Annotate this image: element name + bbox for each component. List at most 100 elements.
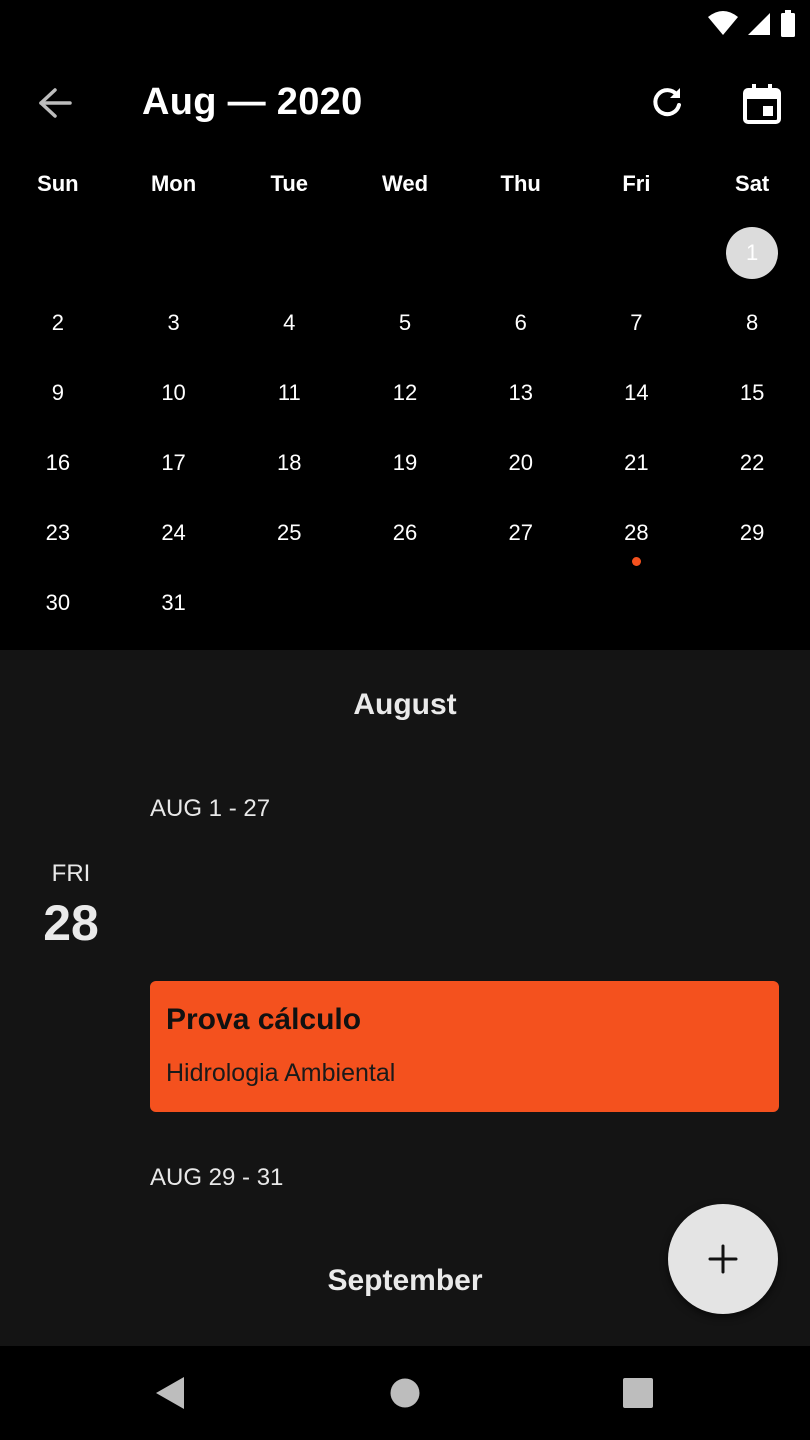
calendar-day[interactable]: 7 (579, 288, 695, 358)
calendar-day-number: 28 (624, 520, 649, 545)
calendar-day-number: 30 (45, 590, 71, 615)
calendar-empty-cell (579, 218, 695, 288)
calendar-day[interactable]: 12 (347, 358, 463, 428)
calendar-empty-cell (463, 218, 579, 288)
calendar-day[interactable]: 26 (347, 498, 463, 568)
calendar-week-row: 16 17 18 19 20 21 22 (0, 428, 810, 498)
calendar-day-number: 3 (167, 310, 180, 335)
calendar-empty-cell (347, 218, 463, 288)
weekday-sat: Sat (735, 171, 770, 196)
calendar-day[interactable]: 6 (463, 288, 579, 358)
calendar-day[interactable]: 23 (0, 498, 116, 568)
calendar-day[interactable]: 1 (694, 218, 810, 288)
agenda-day-label: FRI 28 (30, 860, 112, 952)
calendar-day[interactable]: 9 (0, 358, 116, 428)
calendar-day-number: 29 (739, 520, 765, 545)
calendar-day[interactable]: 8 (694, 288, 810, 358)
back-button[interactable] (30, 78, 80, 128)
nav-recents-button[interactable] (613, 1368, 663, 1418)
arrow-left-icon (39, 88, 72, 118)
calendar-empty-cell (0, 218, 116, 288)
page-title: Aug — 2020 (142, 81, 363, 123)
date-range-label: AUG 1 - 27 (150, 795, 271, 822)
calendar-day[interactable]: 27 (463, 498, 579, 568)
event-indicator-dot (631, 557, 641, 566)
calendar-day-number: 14 (624, 380, 649, 405)
wifi-icon (708, 11, 738, 35)
calendar-day[interactable]: 2 (0, 288, 116, 358)
date-range-label: AUG 29 - 31 (150, 1164, 284, 1191)
nav-home-button[interactable] (380, 1368, 430, 1418)
calendar-day-number: 5 (398, 310, 412, 335)
calendar-day-number: 23 (45, 520, 71, 545)
add-event-button[interactable] (668, 1204, 778, 1314)
plus-icon (708, 1244, 738, 1274)
calendar-day-number: 10 (161, 380, 186, 405)
calendar-day[interactable]: 10 (116, 358, 232, 428)
calendar-day-number: 12 (392, 380, 418, 405)
day-of-week: FRI (51, 860, 91, 887)
calendar-day[interactable]: 20 (463, 428, 579, 498)
calendar-day[interactable]: 5 (347, 288, 463, 358)
weekday-header: Sun Mon Tue Wed Thu Fri Sat (0, 168, 810, 208)
event-card[interactable]: Prova cálculo Hidrologia Ambiental (150, 981, 779, 1112)
calendar-day[interactable]: 4 (231, 288, 347, 358)
weekday-sun: Sun (37, 171, 79, 196)
calendar-day-number: 13 (508, 380, 533, 405)
calendar-day[interactable]: 11 (231, 358, 347, 428)
calendar-empty-cell (579, 568, 695, 638)
month-heading-august: August (353, 688, 457, 721)
calendar-day[interactable]: 28 (579, 498, 695, 568)
calendar-weeks: 1 2 3 4 5 6 7 8 9 10 11 12 13 14 15 16 17 18 19 20 21 22 23 24 2… (0, 218, 810, 638)
nav-back-button[interactable] (145, 1368, 195, 1418)
calendar-day-number: 26 (392, 520, 418, 545)
calendar-day[interactable]: 16 (0, 428, 116, 498)
calendar-day[interactable]: 3 (116, 288, 232, 358)
calendar-day[interactable]: 25 (231, 498, 347, 568)
refresh-icon (653, 88, 681, 117)
calendar-day[interactable]: 15 (694, 358, 810, 428)
calendar-day-number: 7 (630, 310, 643, 335)
calendar-day[interactable]: 19 (347, 428, 463, 498)
calendar-day[interactable]: 24 (116, 498, 232, 568)
calendar-day[interactable]: 21 (579, 428, 695, 498)
calendar-week-row: 2 3 4 5 6 7 8 (0, 288, 810, 358)
calendar-day-number: 27 (508, 520, 533, 545)
calendar-empty-cell (347, 568, 463, 638)
calendar-day-number: 4 (283, 310, 296, 335)
weekday-fri: Fri (622, 171, 651, 196)
calendar-day[interactable]: 17 (116, 428, 232, 498)
calendar-week-row: 1 (0, 218, 810, 288)
calendar-empty-cell (231, 218, 347, 288)
event-title: Prova cálculo (166, 1003, 362, 1036)
calendar-day-number: 25 (277, 520, 302, 545)
calendar-day[interactable]: 18 (231, 428, 347, 498)
calendar-empty-cell (231, 568, 347, 638)
calendar-day-number: 2 (51, 310, 64, 335)
system-nav-bar (0, 1346, 810, 1440)
calendar-day-number: 31 (161, 590, 186, 615)
calendar-day-number: 21 (624, 450, 649, 475)
calendar-day-number: 22 (739, 450, 765, 475)
calendar-day-number: 11 (277, 380, 301, 405)
calendar-day[interactable]: 31 (116, 568, 232, 638)
calendar-day[interactable]: 30 (0, 568, 116, 638)
event-subtitle: Hidrologia Ambiental (166, 1059, 396, 1087)
calendar-day-number: 16 (45, 450, 71, 475)
refresh-button[interactable] (642, 78, 692, 128)
calendar-today-icon (743, 84, 781, 124)
calendar-day-number: 8 (746, 310, 759, 335)
calendar-day[interactable]: 13 (463, 358, 579, 428)
calendar-day[interactable]: 22 (694, 428, 810, 498)
status-bar (0, 0, 810, 48)
today-button[interactable] (736, 78, 788, 130)
calendar-day[interactable]: 14 (579, 358, 695, 428)
calendar-week-row: 9 10 11 12 13 14 15 (0, 358, 810, 428)
calendar-day-number: 17 (161, 450, 186, 475)
calendar-day[interactable]: 29 (694, 498, 810, 568)
calendar-day-number: 24 (161, 520, 186, 545)
weekday-thu: Thu (500, 171, 541, 196)
month-calendar: Sun Mon Tue Wed Thu Fri Sat 1 2 3 4 5 6 7 8 9 10 1… (0, 158, 810, 650)
calendar-day-number: 19 (392, 450, 418, 475)
calendar-empty-cell (694, 568, 810, 638)
